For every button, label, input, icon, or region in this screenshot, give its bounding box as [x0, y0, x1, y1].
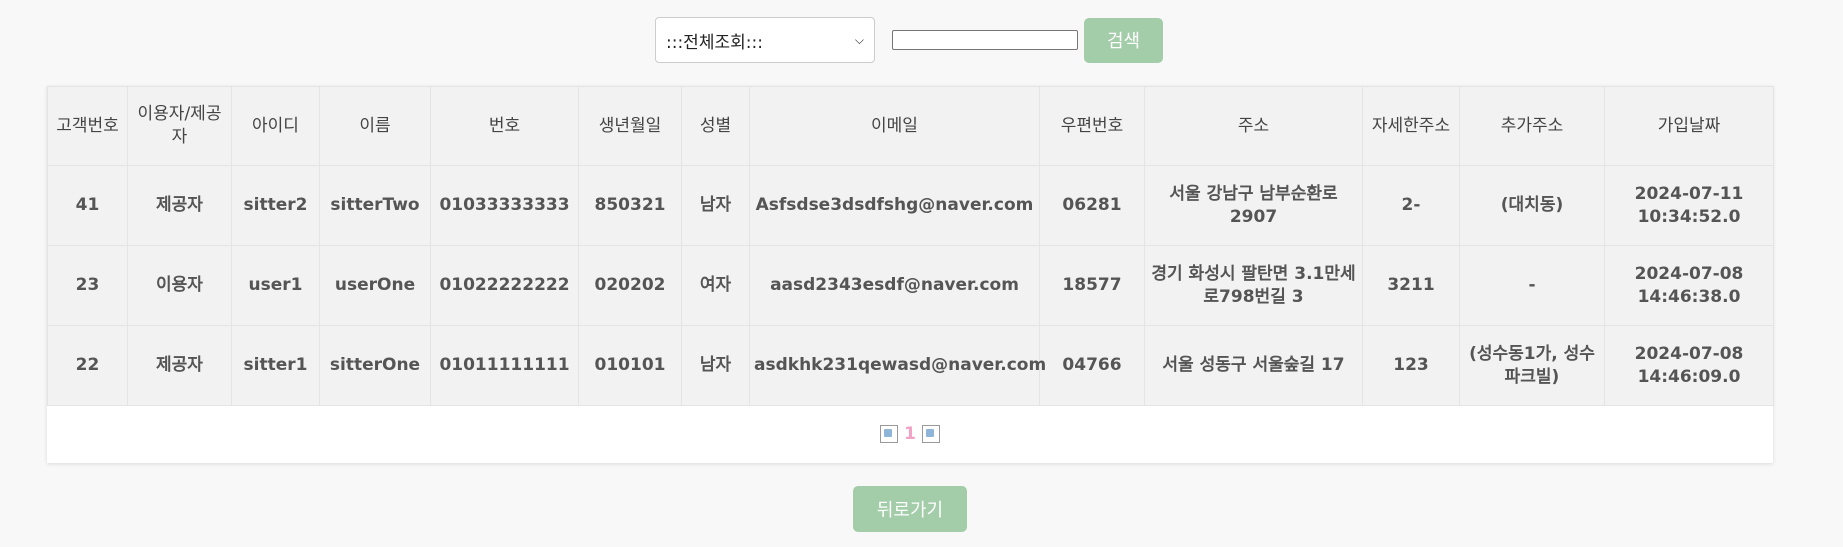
cell-user-type: 제공자	[127, 325, 232, 406]
cell-user-id: sitter1	[231, 325, 320, 406]
cell-customer-number: 22	[47, 325, 128, 406]
cell-phone: 01011111111	[430, 325, 579, 406]
table-row: 23 이용자 user1 userOne 01022222222 020202 …	[47, 245, 1774, 326]
cell-email: Asfsdse3dsdfshg@naver.com	[749, 165, 1040, 246]
cell-name: sitterOne	[319, 325, 431, 406]
search-button[interactable]: 검색	[1084, 17, 1163, 63]
cell-detail-address: 2-	[1362, 165, 1460, 246]
cell-detail-address: 3211	[1362, 245, 1460, 326]
header-birthdate: 생년월일	[578, 86, 682, 166]
search-input[interactable]	[892, 30, 1078, 50]
cell-join-date: 2024-07-08 14:46:38.0	[1604, 245, 1774, 326]
search-category-value: :::전체조회:::	[666, 32, 763, 53]
header-customer-number: 고객번호	[47, 86, 128, 166]
next-page-icon[interactable]	[921, 425, 940, 443]
cell-email: asdkhk231qewasd@naver.com	[749, 325, 1046, 406]
member-table-panel: 고객번호 이용자/제공자 아이디 이름 번호 생년월일 성별 이메일 우편번호 …	[47, 86, 1774, 463]
cell-user-id: sitter2	[231, 165, 320, 246]
cell-gender: 남자	[681, 165, 750, 246]
cell-birthdate: 010101	[578, 325, 682, 406]
search-bar: :::전체조회::: ⌵ 검색	[655, 17, 1163, 63]
cell-extra-address: -	[1459, 245, 1605, 326]
table-row: 22 제공자 sitter1 sitterOne 01011111111 010…	[47, 325, 1774, 406]
header-email: 이메일	[749, 86, 1040, 166]
cell-name: sitterTwo	[319, 165, 431, 246]
member-table: 고객번호 이용자/제공자 아이디 이름 번호 생년월일 성별 이메일 우편번호 …	[47, 86, 1774, 406]
header-postal-code: 우편번호	[1039, 86, 1145, 166]
cell-name: userOne	[319, 245, 431, 326]
cell-phone: 01033333333	[430, 165, 579, 246]
header-user-id: 아이디	[231, 86, 320, 166]
header-name: 이름	[319, 86, 431, 166]
cell-address: 경기 화성시 팔탄면 3.1만세로798번길 3	[1144, 245, 1363, 326]
cell-join-date: 2024-07-11 10:34:52.0	[1604, 165, 1774, 246]
pagination: 1	[47, 406, 1773, 462]
cell-user-id: user1	[231, 245, 320, 326]
cell-user-type: 제공자	[127, 165, 232, 246]
previous-page-icon[interactable]	[880, 425, 899, 443]
header-detail-address: 자세한주소	[1362, 86, 1460, 166]
cell-phone: 01022222222	[430, 245, 579, 326]
cell-customer-number: 23	[47, 245, 128, 326]
cell-gender: 남자	[681, 325, 750, 406]
cell-email: aasd2343esdf@naver.com	[749, 245, 1040, 326]
cell-join-date: 2024-07-08 14:46:09.0	[1604, 325, 1774, 406]
page-number-current[interactable]: 1	[904, 424, 916, 444]
header-phone: 번호	[430, 86, 579, 166]
cell-user-type: 이용자	[127, 245, 232, 326]
header-address: 주소	[1144, 86, 1363, 166]
header-user-type: 이용자/제공자	[127, 86, 232, 166]
cell-detail-address: 123	[1362, 325, 1460, 406]
header-gender: 성별	[681, 86, 750, 166]
cell-birthdate: 850321	[578, 165, 682, 246]
cell-address: 서울 강남구 남부순환로 2907	[1144, 165, 1363, 246]
cell-address: 서울 성동구 서울숲길 17	[1144, 325, 1363, 406]
search-category-select[interactable]: :::전체조회::: ⌵	[655, 17, 875, 63]
cell-extra-address: (대치동)	[1459, 165, 1605, 246]
header-join-date: 가입날짜	[1604, 86, 1774, 166]
cell-customer-number: 41	[47, 165, 128, 246]
table-row: 41 제공자 sitter2 sitterTwo 01033333333 850…	[47, 165, 1774, 246]
chevron-down-icon: ⌵	[854, 32, 864, 47]
back-button[interactable]: 뒤로가기	[853, 486, 967, 532]
cell-extra-address: (성수동1가, 성수파크빌)	[1459, 325, 1605, 406]
cell-postal-code: 18577	[1039, 245, 1145, 326]
header-extra-address: 추가주소	[1459, 86, 1605, 166]
cell-postal-code: 06281	[1039, 165, 1145, 246]
table-header-row: 고객번호 이용자/제공자 아이디 이름 번호 생년월일 성별 이메일 우편번호 …	[47, 86, 1774, 166]
cell-postal-code: 04766	[1039, 325, 1145, 406]
cell-gender: 여자	[681, 245, 750, 326]
cell-birthdate: 020202	[578, 245, 682, 326]
